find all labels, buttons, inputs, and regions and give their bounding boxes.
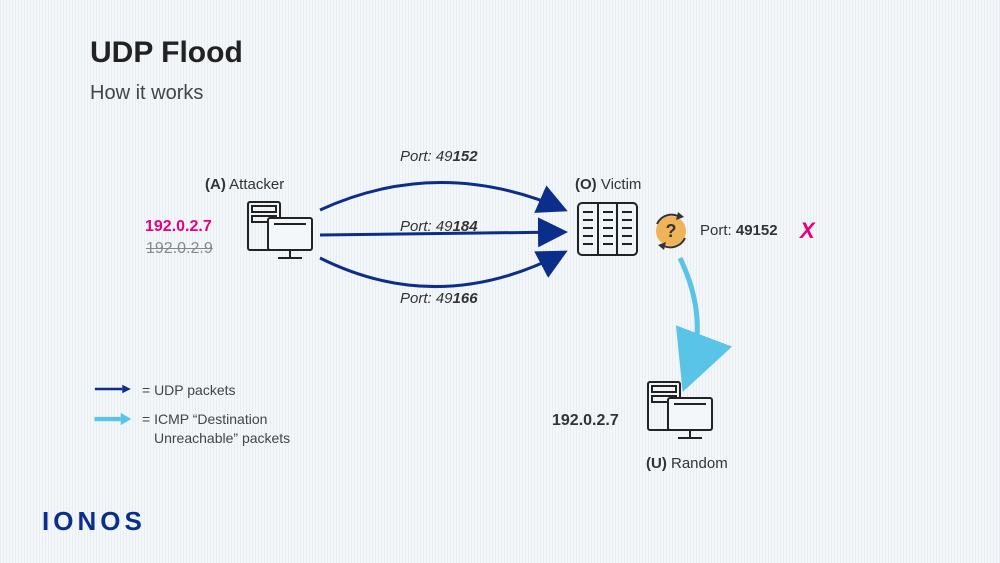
random-ip: 192.0.2.7 [552,412,619,430]
random-prefix: (U) [646,455,667,472]
attacker-text: Attacker [229,176,284,193]
port3-num: 166 [453,290,478,307]
random-server-icon [640,380,720,450]
attacker-server-icon [240,200,320,270]
legend-icmp-line2: Unreachable” packets [142,430,290,446]
port-label-1: Port: 49152 [400,148,478,165]
check-prefix: Port: [700,222,736,239]
legend-icmp-row: = ICMP “Destination Unreachable” packets [90,410,290,448]
attacker-label: (A) Attacker [205,176,284,193]
legend-udp-row: = UDP packets [90,381,290,400]
victim-server-icon [575,200,640,260]
port-closed-icon: X [800,218,815,244]
victim-check-port: Port: 49152 [700,222,778,239]
ionos-logo: IONOS [42,506,146,537]
victim-label: (O) Victim [575,176,641,193]
legend-udp-arrow-icon [90,381,134,395]
check-num: 49152 [736,222,778,239]
attacker-real-ip: 192.0.2.9 [146,240,213,258]
port-check-icon: ? [650,210,692,252]
attacker-spoofed-ip: 192.0.2.7 [145,218,212,236]
legend-icmp-text: = ICMP “Destination Unreachable” packets [142,410,290,448]
random-text: Random [671,455,728,472]
legend: = UDP packets = ICMP “Destination Unreac… [90,381,290,458]
legend-udp-text: = UDP packets [142,381,236,400]
port2-prefix: Port: 49 [400,218,453,235]
legend-icmp-line1: = ICMP “Destination [142,411,267,427]
port3-prefix: Port: 49 [400,290,453,307]
random-label: (U) Random [646,455,728,472]
diagram-subtitle: How it works [90,82,203,105]
victim-text: Victim [601,176,642,193]
diagram-title: UDP Flood [90,36,243,70]
port-label-2: Port: 49184 [400,218,478,235]
victim-prefix: (O) [575,176,597,193]
attacker-prefix: (A) [205,176,226,193]
legend-icmp-arrow-icon [90,410,134,426]
port1-prefix: Port: 49 [400,148,453,165]
port1-num: 152 [453,148,478,165]
svg-text:?: ? [666,221,677,241]
port2-num: 184 [453,218,478,235]
port-label-3: Port: 49166 [400,290,478,307]
